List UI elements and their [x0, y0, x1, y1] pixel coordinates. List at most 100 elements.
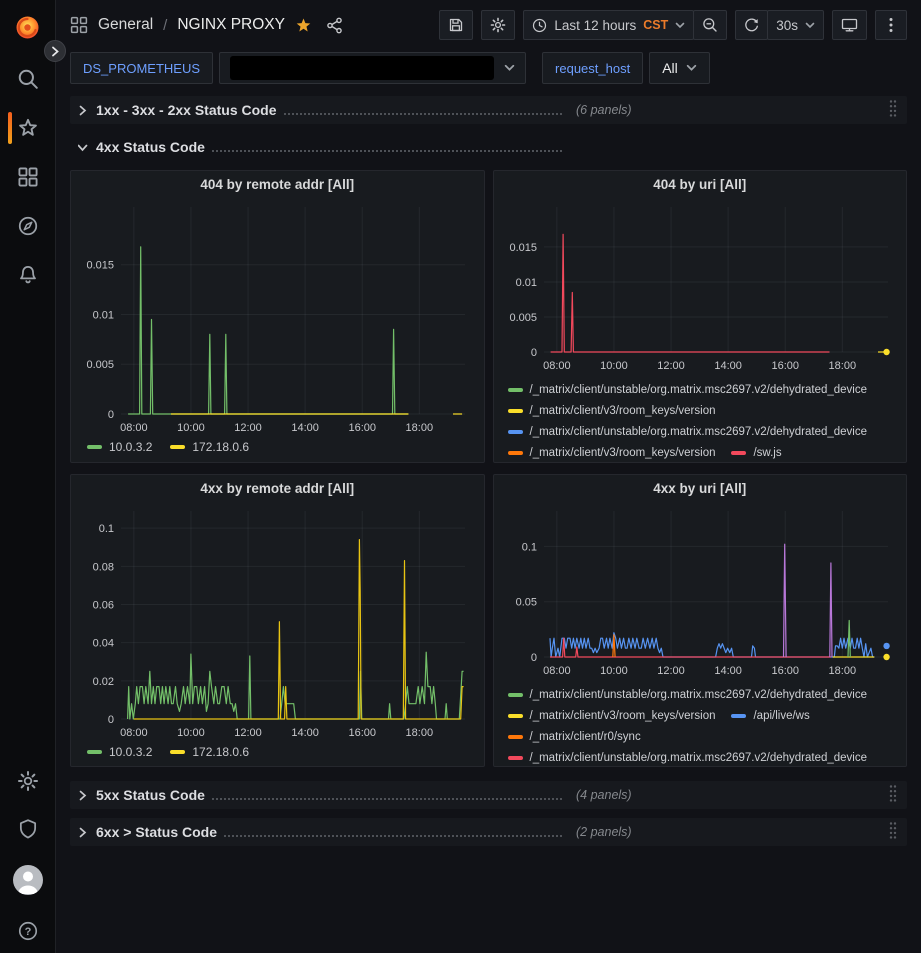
svg-text:16:00: 16:00 [771, 665, 799, 677]
time-range-button[interactable]: Last 12 hours CST [523, 10, 694, 40]
row-drag-handle[interactable] [888, 99, 898, 122]
time-range-label: Last 12 hours [554, 18, 636, 33]
variable-request-host-select[interactable]: All [649, 52, 710, 84]
legend-label: /sw.js [753, 447, 781, 459]
time-series-chart[interactable]: 08:0010:0012:0014:0016:0018:0000.0050.01… [502, 199, 898, 376]
time-series-chart[interactable]: 08:0010:0012:0014:0016:0018:0000.050.1 [502, 503, 898, 681]
svg-text:0.02: 0.02 [93, 676, 114, 688]
settings-gear-icon [17, 770, 39, 792]
sidebar-item-dashboards[interactable] [0, 165, 55, 189]
share-icon[interactable] [326, 17, 343, 34]
svg-text:16:00: 16:00 [348, 422, 376, 434]
variable-request-host-label[interactable]: request_host [542, 52, 643, 84]
legend-item[interactable]: /_matrix/client/r0/sync [508, 731, 641, 743]
panels-grid: 404 by remote addr [All] 08:0010:0012:00… [70, 170, 907, 767]
legend-item[interactable]: /sw.js [731, 447, 781, 459]
legend-item[interactable]: /_matrix/client/v3/room_keys/version [508, 710, 716, 722]
svg-text:14:00: 14:00 [714, 665, 742, 677]
legend-item[interactable]: 172.18.0.6 [170, 745, 249, 759]
dashboard-body: 1xx - 3xx - 2xx Status Code (6 panels) 4… [56, 96, 921, 846]
svg-text:?: ? [24, 926, 31, 938]
save-icon [448, 17, 464, 33]
explore-compass-icon [17, 215, 39, 237]
timezone-label: CST [643, 18, 668, 32]
zoom-out-icon [702, 17, 718, 33]
sidebar-item-settings[interactable] [0, 769, 55, 793]
svg-text:14:00: 14:00 [291, 422, 319, 434]
panel-title[interactable]: 404 by uri [All] [494, 171, 907, 199]
row-collapse-chevron [78, 142, 87, 153]
svg-text:08:00: 08:00 [120, 727, 148, 739]
sidebar-item-alerting[interactable] [0, 263, 55, 287]
legend-item[interactable]: /_matrix/client/v3/room_keys/version [508, 447, 716, 459]
svg-text:0.005: 0.005 [86, 359, 114, 371]
legend-item[interactable]: /_matrix/client/unstable/org.matrix.msc2… [508, 689, 868, 701]
legend-item[interactable]: /_matrix/client/unstable/org.matrix.msc2… [508, 426, 868, 438]
sidebar-item-server-admin[interactable] [0, 817, 55, 841]
legend-item[interactable]: /_matrix/client/v3/room_keys/version [508, 405, 716, 417]
row-6xx[interactable]: 6xx > Status Code (2 panels) [70, 818, 907, 846]
legend-item[interactable]: 10.0.3.2 [87, 745, 152, 759]
sidebar-item-help[interactable]: ? [0, 919, 55, 943]
panel-title[interactable]: 4xx by remote addr [All] [71, 475, 484, 503]
row-collapse-chevron [78, 105, 87, 116]
svg-text:18:00: 18:00 [828, 665, 856, 677]
svg-text:18:00: 18:00 [406, 422, 434, 434]
svg-text:0.01: 0.01 [93, 309, 114, 321]
legend-color-dash [508, 714, 523, 718]
svg-text:12:00: 12:00 [657, 665, 685, 677]
legend-item[interactable]: /_matrix/client/unstable/org.matrix.msc2… [508, 384, 868, 396]
sidebar-item-starred[interactable] [0, 116, 55, 140]
legend: /_matrix/client/unstable/org.matrix.msc2… [502, 681, 899, 766]
svg-text:10:00: 10:00 [600, 665, 628, 677]
row-panel-count: (6 panels) [576, 103, 632, 117]
legend: /_matrix/client/unstable/org.matrix.msc2… [502, 376, 899, 462]
settings-gear-icon [490, 17, 506, 33]
dashboard-title[interactable]: NGINX PROXY [177, 16, 285, 34]
row-dotted-leader [212, 798, 562, 800]
zoom-out-time-button[interactable] [693, 10, 727, 40]
chevron-down-icon [805, 22, 815, 29]
legend-label: 172.18.0.6 [192, 745, 249, 759]
row-1xx-3xx-2xx[interactable]: 1xx - 3xx - 2xx Status Code (6 panels) [70, 96, 907, 124]
more-options-button[interactable] [875, 10, 907, 40]
cycle-view-mode-button[interactable] [832, 10, 867, 40]
row-5xx[interactable]: 5xx Status Code (4 panels) [70, 781, 907, 809]
refresh-interval-dropdown[interactable]: 30s [767, 10, 824, 40]
legend-item[interactable]: /_matrix/client/unstable/org.matrix.msc2… [508, 752, 868, 764]
row-dotted-leader [224, 835, 562, 837]
time-series-chart[interactable]: 08:0010:0012:0014:0016:0018:0000.0050.01… [79, 199, 475, 438]
save-dashboard-button[interactable] [439, 10, 473, 40]
legend-color-dash [508, 756, 523, 760]
row-drag-handle[interactable] [888, 821, 898, 844]
legend-color-dash [508, 388, 523, 392]
variable-ds-prometheus-select[interactable] [219, 52, 526, 84]
redacted-value [230, 56, 494, 80]
sidebar-item-explore[interactable] [0, 214, 55, 238]
variable-ds-prometheus-label[interactable]: DS_PROMETHEUS [70, 52, 213, 84]
breadcrumb-section[interactable]: General [98, 16, 153, 34]
user-avatar[interactable] [13, 865, 43, 895]
row-drag-handle[interactable] [888, 784, 898, 807]
svg-text:14:00: 14:00 [291, 727, 319, 739]
dashboard-settings-button[interactable] [481, 10, 515, 40]
sidebar-expand-button[interactable] [44, 40, 66, 62]
legend-item[interactable]: 172.18.0.6 [170, 440, 249, 454]
panel-title[interactable]: 4xx by uri [All] [494, 475, 907, 503]
time-series-chart[interactable]: 08:0010:0012:0014:0016:0018:0000.020.040… [79, 503, 475, 743]
main-area: General / NGINX PROXY [56, 0, 921, 953]
row-4xx[interactable]: 4xx Status Code [70, 133, 907, 161]
favorite-star-icon[interactable] [295, 17, 312, 34]
sidebar-item-search[interactable] [0, 67, 55, 91]
request-host-value: All [662, 60, 678, 76]
panel-body: 08:0010:0012:0014:0016:0018:0000.0050.01… [494, 199, 907, 462]
search-icon [17, 68, 39, 90]
svg-text:0: 0 [530, 347, 536, 359]
legend-color-dash [170, 445, 185, 449]
panel-body: 08:0010:0012:0014:0016:0018:0000.050.1/_… [494, 503, 907, 766]
legend-item[interactable]: 10.0.3.2 [87, 440, 152, 454]
panel-title[interactable]: 404 by remote addr [All] [71, 171, 484, 199]
legend-item[interactable]: /api/live/ws [731, 710, 809, 722]
refresh-button[interactable] [735, 10, 768, 40]
grafana-logo[interactable] [0, 12, 55, 42]
